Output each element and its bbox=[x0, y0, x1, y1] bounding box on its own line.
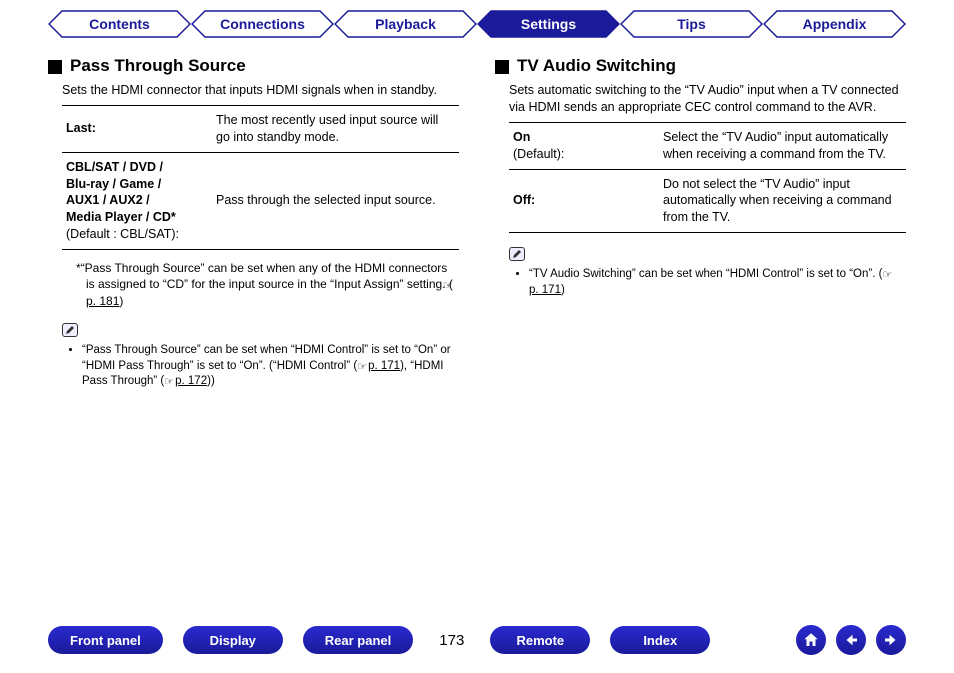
note-icon bbox=[62, 323, 78, 337]
hand-pointer-icon: ☞ bbox=[357, 360, 367, 375]
page-link[interactable]: p. 171 bbox=[368, 360, 400, 372]
tab-playback[interactable]: Playback bbox=[334, 10, 477, 38]
prev-page-button[interactable] bbox=[836, 625, 866, 655]
square-bullet-icon bbox=[48, 60, 62, 74]
table-row: On (Default): Select the “TV Audio” inpu… bbox=[509, 122, 906, 169]
section-title-text: Pass Through Source bbox=[70, 56, 246, 76]
option-desc: Select the “TV Audio” input automaticall… bbox=[659, 122, 906, 169]
option-key-sub: (Default : CBL/SAT): bbox=[66, 227, 179, 241]
note-bullets-left: “Pass Through Source” can be set when “H… bbox=[66, 343, 459, 390]
tab-label: Tips bbox=[677, 16, 706, 32]
footnote-text-end: ) bbox=[119, 294, 123, 308]
options-table-right: On (Default): Select the “TV Audio” inpu… bbox=[509, 122, 906, 233]
button-label: Rear panel bbox=[325, 633, 391, 648]
hand-pointer-icon: ☞ bbox=[882, 268, 892, 283]
option-key: On (Default): bbox=[509, 122, 659, 169]
bullet-text: “TV Audio Switching” can be set when “HD… bbox=[529, 268, 882, 280]
option-key-text: On bbox=[513, 130, 530, 144]
option-desc: Do not select the “TV Audio” input autom… bbox=[659, 169, 906, 233]
note-bullets-right: “TV Audio Switching” can be set when “HD… bbox=[513, 267, 906, 298]
option-key-text: CBL/SAT / DVD / Blu-ray / Game / AUX1 / … bbox=[66, 160, 176, 225]
option-key-text: Off: bbox=[513, 193, 535, 207]
table-row: Off: Do not select the “TV Audio” input … bbox=[509, 169, 906, 233]
home-button[interactable] bbox=[796, 625, 826, 655]
section-intro: Sets the HDMI connector that inputs HDMI… bbox=[62, 82, 459, 99]
section-title-text: TV Audio Switching bbox=[517, 56, 676, 76]
tab-label: Connections bbox=[220, 16, 305, 32]
remote-button[interactable]: Remote bbox=[490, 626, 590, 654]
index-button[interactable]: Index bbox=[610, 626, 710, 654]
section-intro: Sets automatic switching to the “TV Audi… bbox=[509, 82, 906, 116]
options-table-left: Last: The most recently used input sourc… bbox=[62, 105, 459, 250]
option-desc: Pass through the selected input source. bbox=[212, 152, 459, 249]
nav-icon-group bbox=[796, 625, 906, 655]
list-item: “Pass Through Source” can be set when “H… bbox=[82, 343, 459, 390]
front-panel-button[interactable]: Front panel bbox=[48, 626, 163, 654]
option-key: Last: bbox=[62, 105, 212, 152]
square-bullet-icon bbox=[495, 60, 509, 74]
footer-bar: Front panel Display Rear panel 173 Remot… bbox=[0, 625, 954, 655]
content-area: Pass Through Source Sets the HDMI connec… bbox=[0, 50, 954, 392]
button-label: Display bbox=[210, 633, 256, 648]
tab-label: Contents bbox=[89, 16, 150, 32]
page-link[interactable]: p. 181 bbox=[86, 294, 119, 308]
option-desc: The most recently used input source will… bbox=[212, 105, 459, 152]
page-link[interactable]: p. 172 bbox=[175, 375, 207, 387]
left-column: Pass Through Source Sets the HDMI connec… bbox=[48, 56, 459, 392]
tab-label: Appendix bbox=[803, 16, 867, 32]
footnote-star: *“Pass Through Source” can be set when a… bbox=[62, 260, 459, 309]
button-label: Front panel bbox=[70, 633, 141, 648]
top-tabbar: Contents Connections Playback Settings T… bbox=[0, 0, 954, 50]
table-row: Last: The most recently used input sourc… bbox=[62, 105, 459, 152]
option-key: Off: bbox=[509, 169, 659, 233]
table-row: CBL/SAT / DVD / Blu-ray / Game / AUX1 / … bbox=[62, 152, 459, 249]
section-title-tv-audio: TV Audio Switching bbox=[495, 56, 906, 76]
tab-appendix[interactable]: Appendix bbox=[763, 10, 906, 38]
footnote-text: “Pass Through Source” can be set when an… bbox=[81, 261, 453, 291]
hand-pointer-icon: ☞ bbox=[164, 375, 174, 390]
display-button[interactable]: Display bbox=[183, 626, 283, 654]
option-key-text: Last: bbox=[66, 121, 96, 135]
rear-panel-button[interactable]: Rear panel bbox=[303, 626, 413, 654]
page-link[interactable]: p. 171 bbox=[529, 284, 561, 296]
right-column: TV Audio Switching Sets automatic switch… bbox=[495, 56, 906, 392]
note-icon bbox=[509, 247, 525, 261]
button-label: Remote bbox=[516, 633, 564, 648]
bullet-text: ) bbox=[561, 284, 565, 296]
list-item: “TV Audio Switching” can be set when “HD… bbox=[529, 267, 906, 298]
next-page-button[interactable] bbox=[876, 625, 906, 655]
tab-settings[interactable]: Settings bbox=[477, 10, 620, 38]
section-title-pass-through: Pass Through Source bbox=[48, 56, 459, 76]
tab-label: Playback bbox=[375, 16, 436, 32]
page-number: 173 bbox=[439, 632, 464, 649]
tab-connections[interactable]: Connections bbox=[191, 10, 334, 38]
button-label: Index bbox=[643, 633, 677, 648]
tab-tips[interactable]: Tips bbox=[620, 10, 763, 38]
option-key: CBL/SAT / DVD / Blu-ray / Game / AUX1 / … bbox=[62, 152, 212, 249]
tab-label: Settings bbox=[521, 16, 576, 32]
option-key-sub: (Default): bbox=[513, 147, 564, 161]
tab-contents[interactable]: Contents bbox=[48, 10, 191, 38]
bullet-text: )) bbox=[207, 375, 215, 387]
